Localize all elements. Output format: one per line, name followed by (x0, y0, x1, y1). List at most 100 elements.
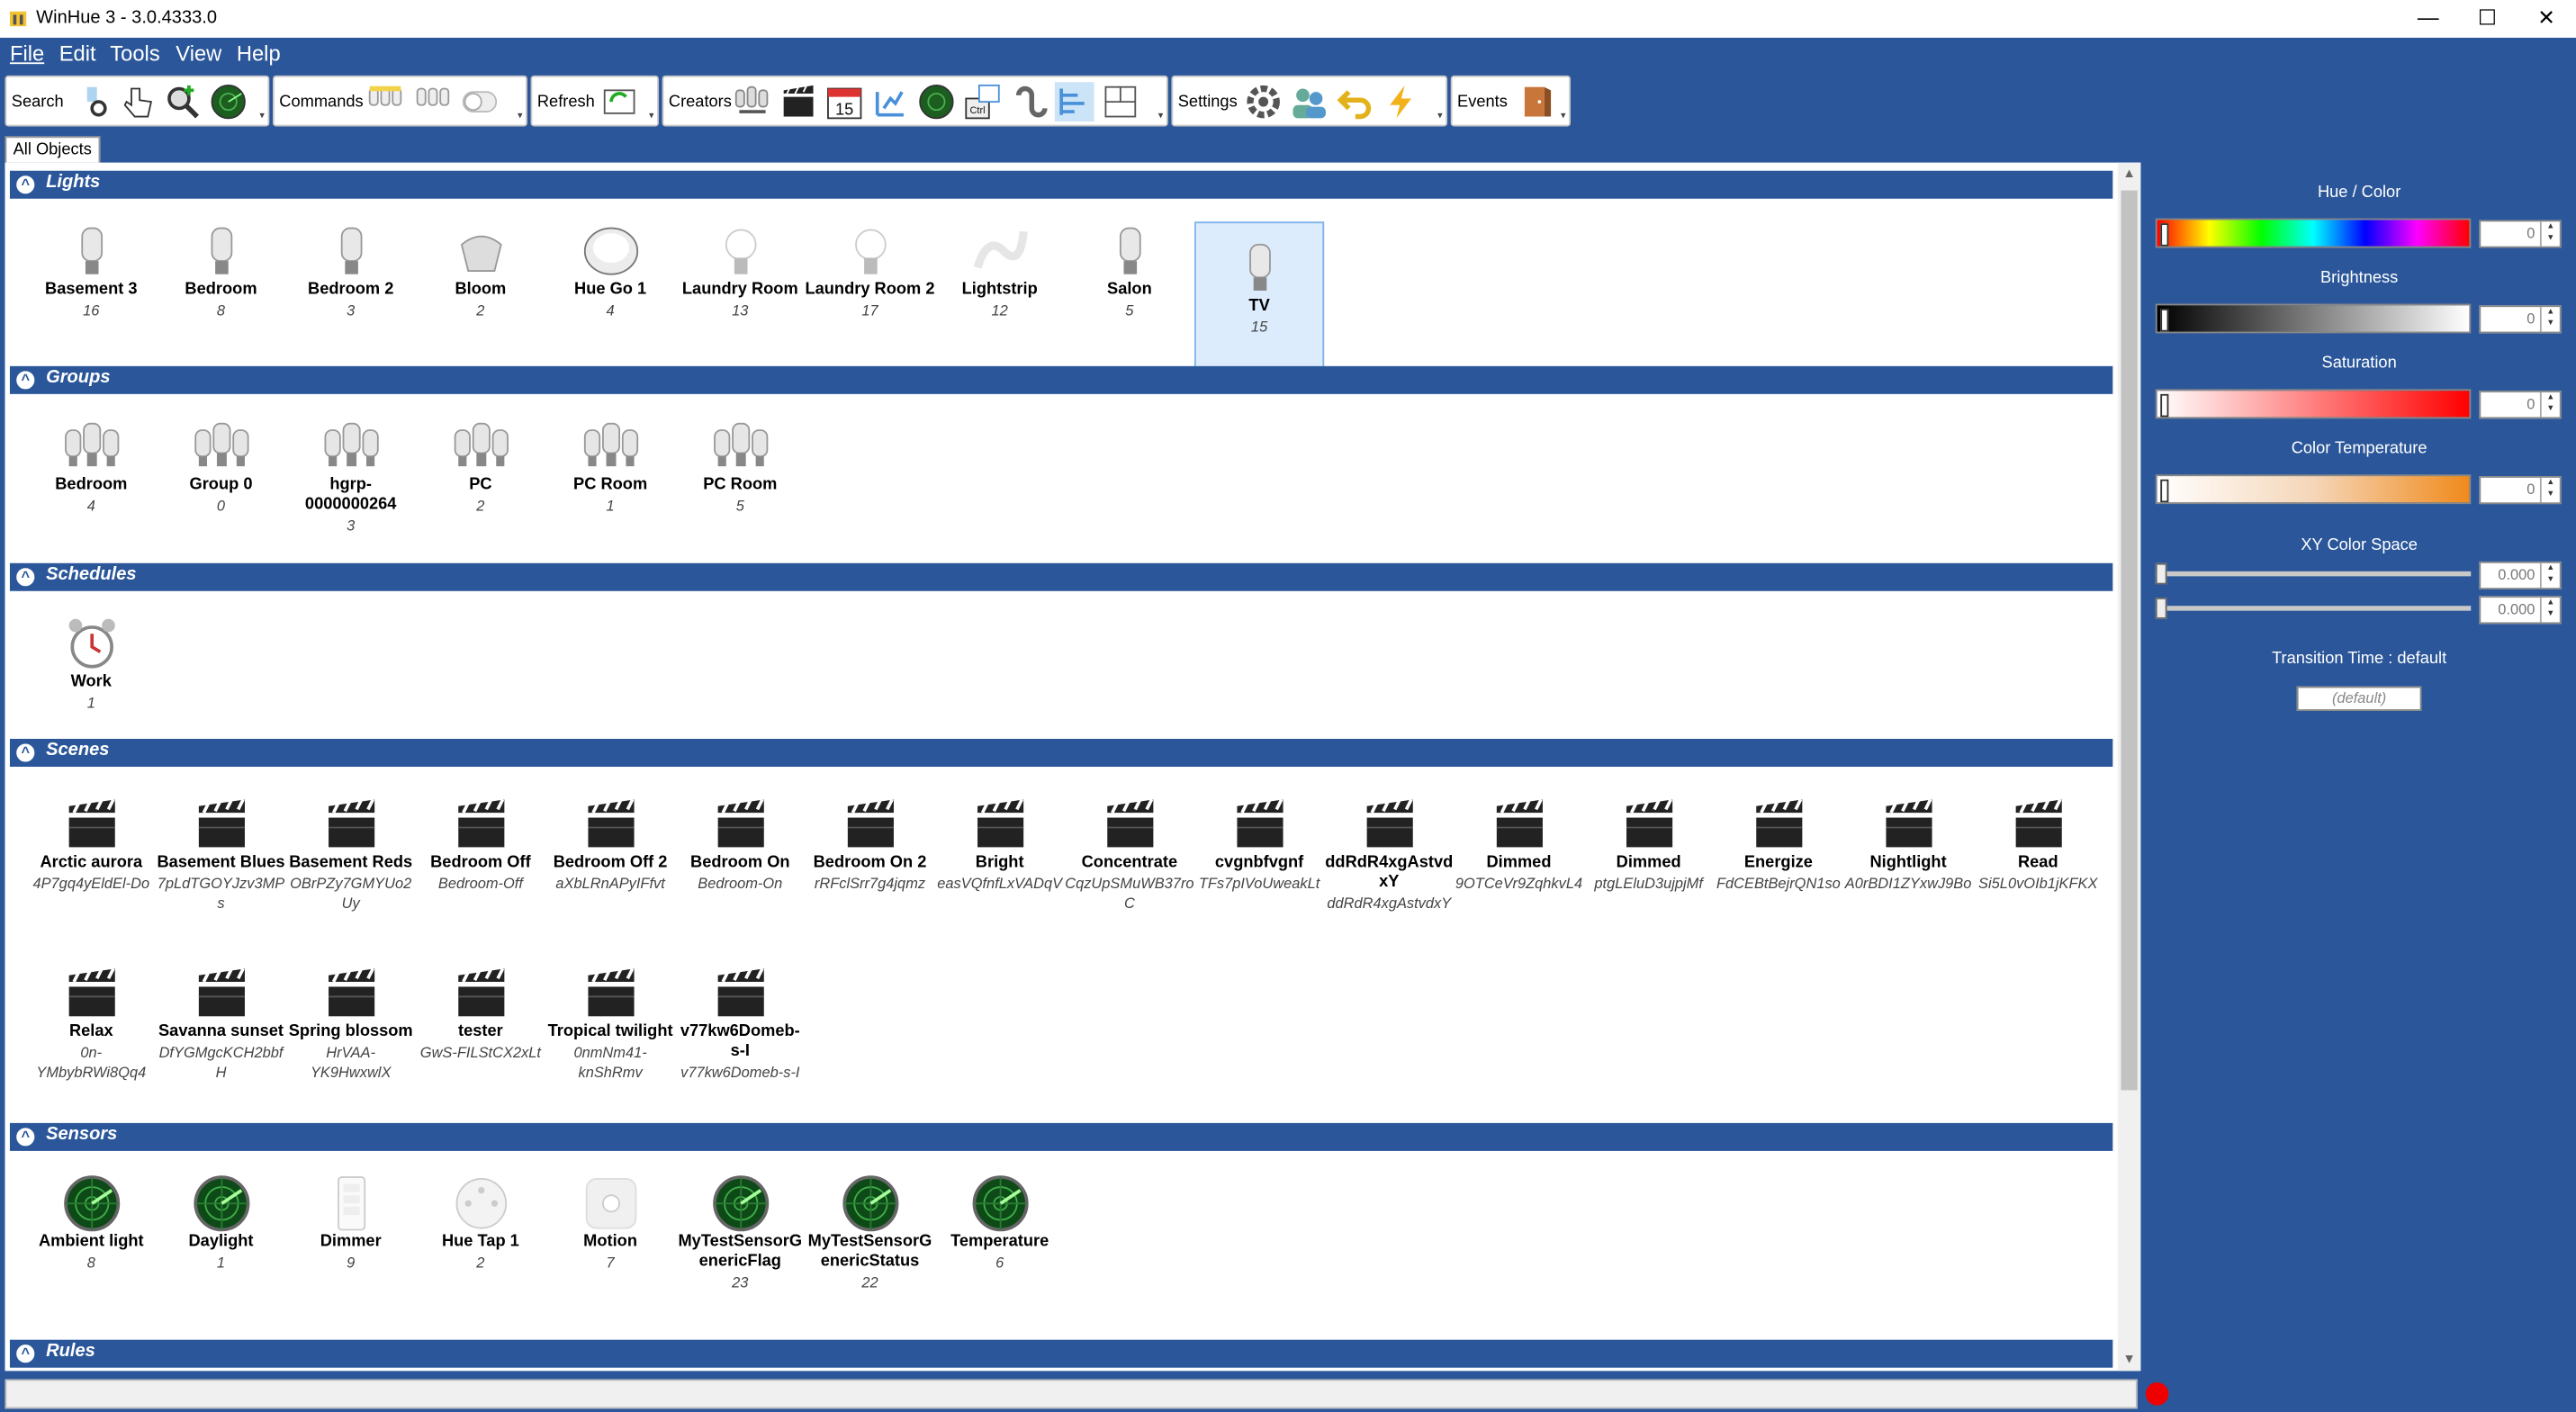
refresh-label[interactable]: Refresh (537, 94, 595, 112)
events-dropdown-icon[interactable]: ▾ (1561, 110, 1566, 121)
menu-view[interactable]: View (176, 41, 221, 66)
x-spinbox[interactable]: 0.000 ▲ ▼ (2479, 561, 2562, 589)
color-temperature-slider[interactable] (2155, 474, 2472, 505)
hue-slider-thumb[interactable] (2160, 223, 2169, 247)
color-temperature-spinbox[interactable]: 0 ▲ ▼ (2479, 476, 2562, 505)
light-tile[interactable]: Bloom 2 (416, 221, 545, 319)
scene-tile[interactable]: ddRdR4xgAstvdxY ddRdR4xgAstvdxY (1324, 795, 1454, 913)
create-rule-icon[interactable] (870, 82, 910, 121)
menu-edit[interactable]: Edit (59, 41, 96, 66)
zoom-add-icon[interactable] (163, 82, 203, 121)
transition-time-spinbox[interactable]: (default) (2296, 686, 2422, 711)
schedule-tile[interactable]: Work 1 (26, 614, 156, 712)
group-tile[interactable]: PC Room 5 (675, 417, 805, 515)
ct-spin-arrows-icon[interactable]: ▲ ▼ (2539, 477, 2560, 503)
group-tile[interactable]: PC 2 (416, 417, 545, 515)
brightness-spinbox[interactable]: 0 ▲ ▼ (2479, 305, 2562, 334)
refresh-dropdown-icon[interactable]: ▾ (649, 110, 654, 121)
users-icon[interactable] (1290, 82, 1329, 121)
menu-help[interactable]: Help (237, 41, 281, 66)
light-tile[interactable]: Laundry Room 2 17 (805, 221, 935, 319)
minimize-button[interactable]: — (2399, 0, 2458, 38)
scene-tile[interactable]: Concentrate CqzUpSMuWB37roC (1065, 795, 1194, 913)
all-on-icon[interactable] (366, 82, 406, 121)
scene-tile[interactable]: Bright easVQfnfLxVADqV (935, 795, 1065, 893)
scroll-up-icon[interactable]: ▲ (2118, 163, 2141, 186)
scene-tile[interactable]: Bedroom On Bedroom-On (675, 795, 805, 893)
group-tile[interactable]: hgrp-0000000264 3 (286, 417, 416, 535)
light-tile[interactable]: Bedroom 23 (286, 221, 416, 319)
sensor-tile[interactable]: Temperature 6 (935, 1174, 1065, 1272)
lightning-icon[interactable] (1382, 82, 1421, 121)
create-group-icon[interactable] (733, 82, 772, 121)
hue-spinbox[interactable]: 0 ▲ ▼ (2479, 220, 2562, 248)
light-tile[interactable]: Bedroom 8 (156, 221, 285, 319)
y-spin-arrows-icon[interactable]: ▲ ▼ (2539, 598, 2560, 623)
scene-tile[interactable]: cvgnbfvgnf TFs7pIVoUweakLt (1194, 795, 1324, 893)
create-hotkey-icon[interactable]: Ctrl (963, 82, 1003, 121)
scene-tile[interactable]: Bedroom Off 2 aXbLRnAPyIFfvt (545, 795, 675, 893)
sensor-tile[interactable]: Dimmer 9 (286, 1174, 416, 1272)
light-tile[interactable]: Laundry Room 13 (675, 221, 805, 319)
x-slider-thumb[interactable] (2155, 562, 2167, 585)
find-light-icon[interactable] (74, 82, 113, 121)
scroll-down-icon[interactable]: ▼ (2118, 1348, 2141, 1372)
color-temperature-slider-thumb[interactable] (2160, 479, 2169, 503)
settings-dropdown-icon[interactable]: ▾ (1437, 110, 1443, 121)
brightness-spin-arrows-icon[interactable]: ▲ ▼ (2539, 307, 2560, 332)
scene-tile[interactable]: Dimmed 9OTCeVr9ZqhkvL4 (1454, 795, 1583, 893)
saturation-slider[interactable] (2155, 389, 2472, 419)
scene-tile[interactable]: Relax 0n-YMbybRWi8Qq4 (26, 964, 156, 1082)
y-slider[interactable] (2155, 598, 2472, 619)
group-tile[interactable]: Bedroom 4 (26, 417, 156, 515)
collapse-lights-icon[interactable]: ^ (14, 174, 37, 196)
creators-dropdown-icon[interactable]: ▾ (1158, 110, 1164, 121)
scene-tile[interactable]: Basement Reds OBrPZy7GMYUo2Uy (286, 795, 416, 913)
tab-all-objects[interactable]: All Objects (5, 136, 100, 163)
saturation-spinbox[interactable]: 0 ▲ ▼ (2479, 391, 2562, 419)
light-tile[interactable]: Hue Go 14 (545, 221, 675, 319)
scene-tile[interactable]: Bedroom On 2 rRFclSrr7g4jqmz (805, 795, 934, 893)
scene-tile[interactable]: Bedroom Off Bedroom-Off (416, 795, 545, 893)
menu-file[interactable]: File (10, 41, 44, 66)
brightness-slider-thumb[interactable] (2160, 308, 2169, 332)
sensor-tile[interactable]: Motion 7 (545, 1174, 675, 1272)
vertical-scrollbar[interactable]: ▲ ▼ (2117, 162, 2141, 1372)
collapse-rules-icon[interactable]: ^ (14, 1343, 37, 1365)
x-spin-arrows-icon[interactable]: ▲ ▼ (2539, 562, 2560, 589)
sensor-tile[interactable]: MyTestSensorGenericFlag 23 (675, 1174, 805, 1291)
group-tile[interactable]: Group 0 0 (156, 417, 285, 515)
scene-tile[interactable]: v77kw6Domeb-s-I v77kw6Domeb-s-I (675, 964, 805, 1082)
scene-tile[interactable]: Read Si5L0vOIb1jKFKX (1973, 795, 2103, 893)
light-tile[interactable]: Lightstrip 12 (935, 221, 1065, 319)
radar-search-icon[interactable] (209, 82, 248, 121)
saturation-spin-arrows-icon[interactable]: ▲ ▼ (2539, 392, 2560, 418)
group-tile[interactable]: PC Room 1 (545, 417, 675, 515)
undo-icon[interactable] (1336, 82, 1375, 121)
sensor-tile[interactable]: Ambient light 8 (26, 1174, 156, 1272)
create-link-icon[interactable] (1009, 82, 1049, 121)
close-button[interactable]: ✕ (2517, 0, 2576, 38)
scene-tile[interactable]: Nightlight A0rBDI1ZYxwJ9Bo (1843, 795, 1973, 893)
collapse-schedules-icon[interactable]: ^ (14, 566, 37, 589)
toggle-switch-icon[interactable] (460, 82, 500, 121)
hand-pointer-icon[interactable] (117, 82, 157, 121)
x-slider[interactable] (2155, 562, 2472, 585)
hue-slider[interactable] (2155, 218, 2472, 248)
create-layout-icon[interactable] (1101, 82, 1140, 121)
collapse-scenes-icon[interactable]: ^ (14, 742, 37, 764)
exit-door-icon[interactable] (1517, 82, 1556, 121)
create-scene-icon[interactable] (779, 82, 818, 121)
sensor-tile[interactable]: Daylight 1 (156, 1174, 285, 1272)
create-sensor-icon[interactable] (917, 82, 957, 121)
scene-tile[interactable]: Spring blossom HrVAA-YK9HwxwlX (286, 964, 416, 1082)
scene-tile[interactable]: Savanna sunset DfYGMgcKCH2bbfH (156, 964, 285, 1082)
scene-tile[interactable]: tester GwS-FILStCX2xLt (416, 964, 545, 1062)
menu-tools[interactable]: Tools (110, 41, 159, 66)
scene-tile[interactable]: Arctic aurora 4P7gq4yEldEl-Do (26, 795, 156, 893)
commands-dropdown-icon[interactable]: ▾ (518, 110, 523, 121)
all-off-icon[interactable] (414, 82, 454, 121)
scene-tile[interactable]: Energize FdCEBtBejrQN1so (1714, 795, 1843, 893)
scene-tile[interactable]: Tropical twilight 0nmNm41-knShRmv (545, 964, 675, 1082)
light-tile[interactable]: Basement 3 16 (26, 221, 156, 319)
